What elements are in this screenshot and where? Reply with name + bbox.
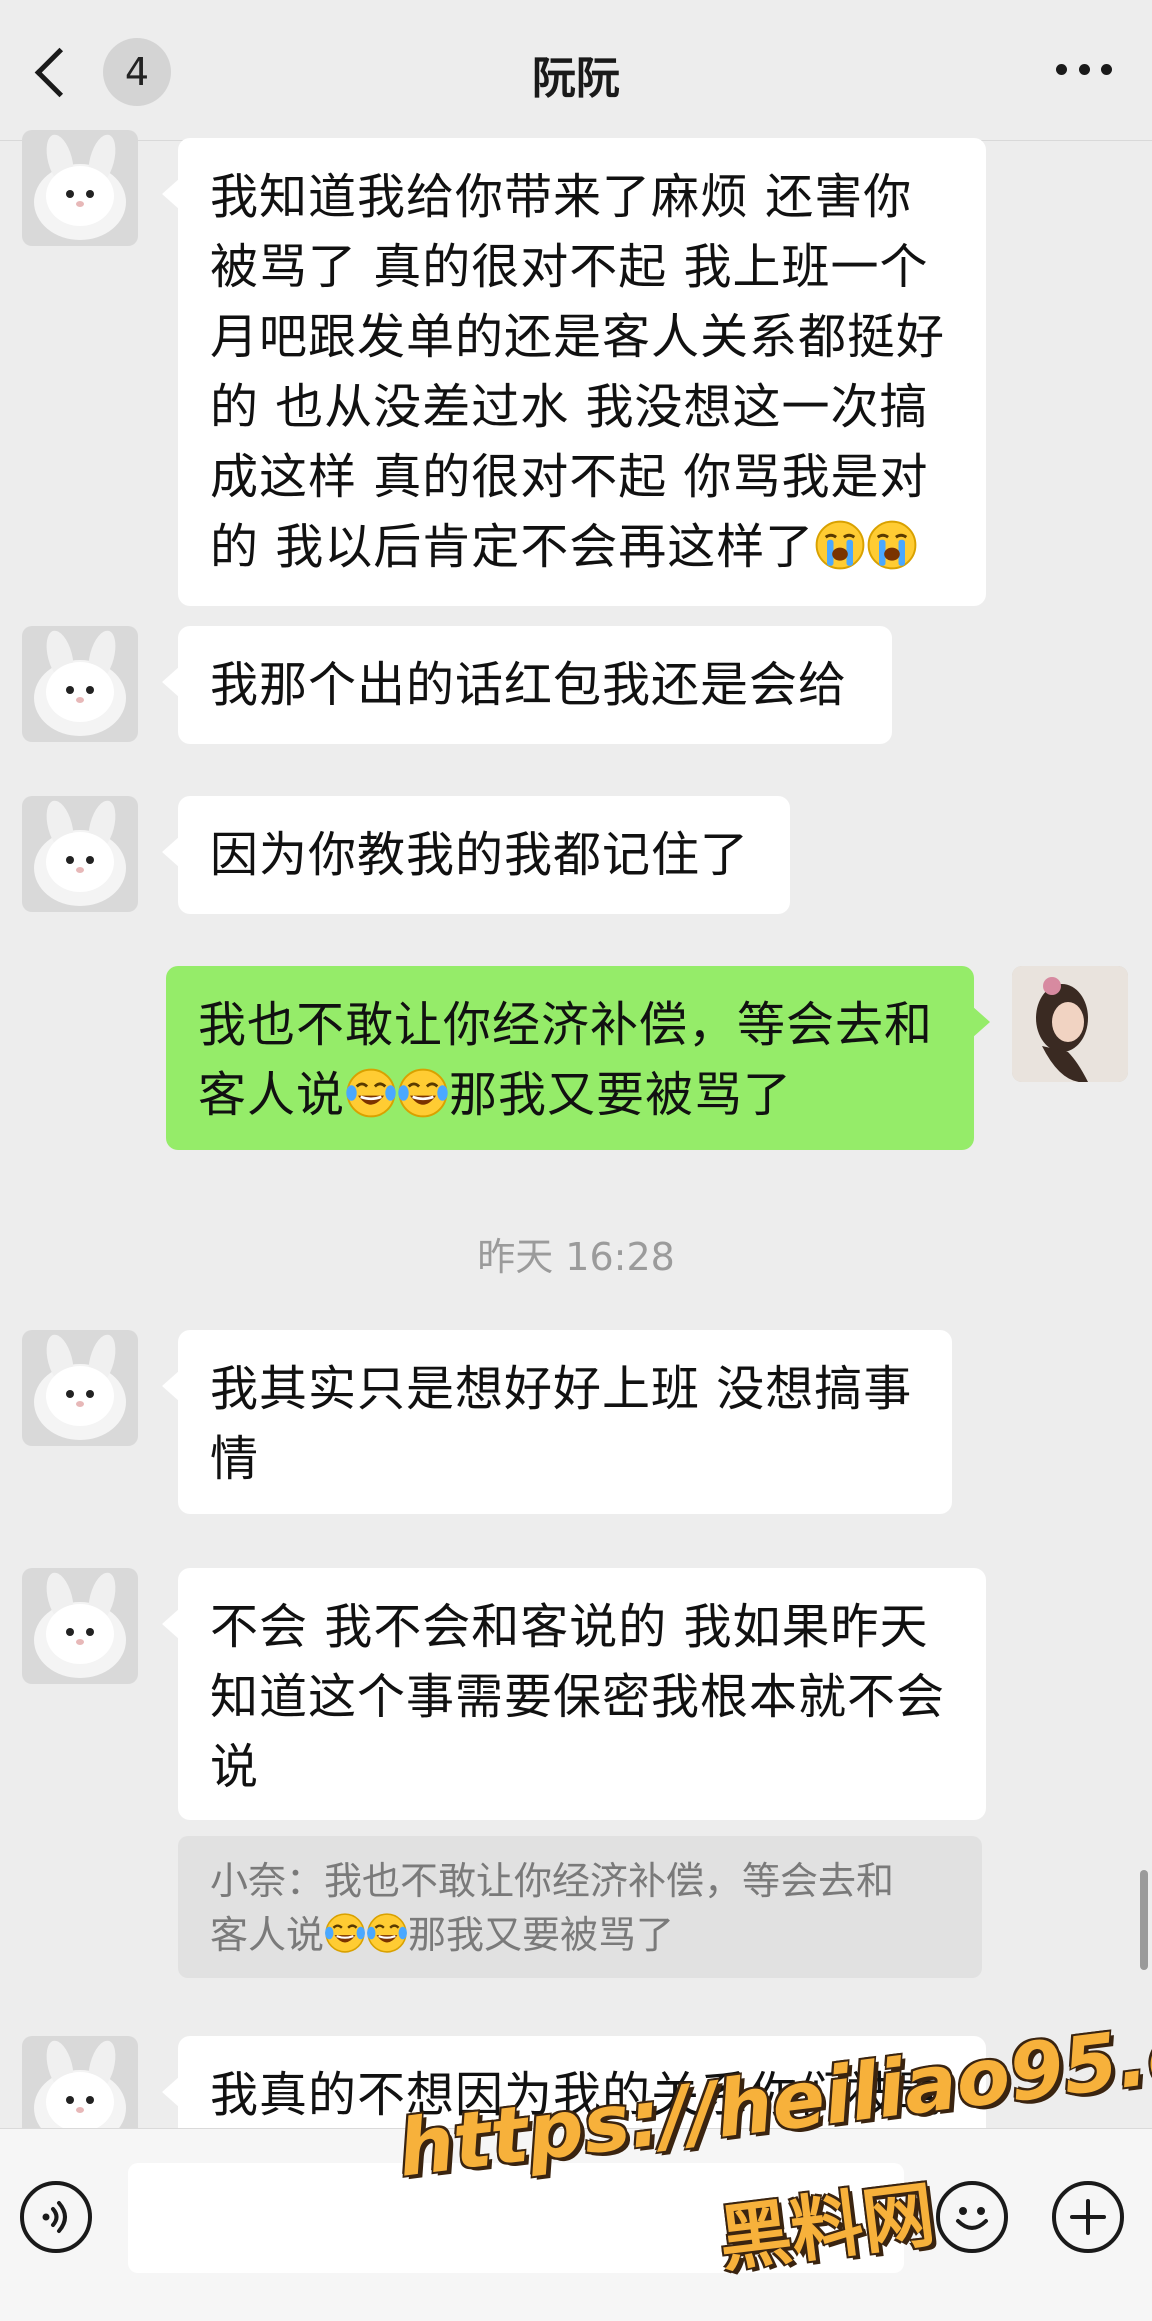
message-line: 情 (210, 1431, 260, 1487)
face-with-tears-of-joy-icon (324, 1912, 366, 1954)
contact-avatar[interactable] (22, 626, 138, 742)
emoji-icon (956, 2207, 988, 2230)
voice-icon (42, 2201, 67, 2233)
message-bubble[interactable]: 我知道我给你带来了麻烦 还害你 被骂了 真的很对不起 我上班一个 月吧跟发单的还… (162, 138, 986, 606)
emoji-button[interactable] (936, 2181, 1008, 2253)
message-bubble[interactable]: 我也不敢让你经济补偿，等会去和 客人说 那我又要被骂了 (166, 966, 990, 1150)
plus-button[interactable] (1052, 2181, 1124, 2253)
face-with-tears-of-joy-icon (397, 1067, 449, 1119)
message-bubble[interactable]: 因为你教我的我都记住了 (162, 796, 790, 914)
contact-avatar[interactable] (22, 1330, 138, 1446)
quote-line: 小奈：我也不敢让你经济补偿，等会去和 (210, 1859, 895, 1903)
message-line: 我知道我给你带来了麻烦 还害你 (210, 169, 913, 225)
message-text: 的 我以后肯定不会再这样了 (210, 519, 815, 575)
scrollbar[interactable] (1140, 1870, 1148, 1970)
chat-title: 阮阮 (532, 53, 620, 104)
my-avatar[interactable] (1012, 966, 1128, 1082)
plus-icon (1070, 2199, 1106, 2235)
message-bubble[interactable]: 不会 我不会和客说的 我如果昨天 知道这个事需要保密我根本就不会 说 (162, 1568, 986, 1820)
contact-avatar[interactable] (22, 1568, 138, 1684)
loudly-crying-face-icon (814, 519, 866, 571)
face-with-tears-of-joy-icon (366, 1912, 408, 1954)
message-line-last: 的 我以后肯定不会再这样了 (210, 512, 954, 582)
message-text: 那我又要被骂了 (449, 1067, 793, 1123)
message-line: 不会 我不会和客说的 我如果昨天 (210, 1599, 929, 1655)
timestamp-separator: 昨天 16:28 (477, 1235, 675, 1279)
voice-button[interactable] (20, 2181, 92, 2253)
message-line: 说 (210, 1739, 260, 1795)
message-line: 月吧跟发单的还是客人关系都挺好 (210, 309, 946, 365)
face-with-tears-of-joy-icon (345, 1067, 397, 1119)
message-text: 我那个出的话红包我还是会给 (210, 657, 848, 713)
message-line: 的 也从没差过水 我没想这一次搞 (210, 379, 929, 435)
more-dots-icon[interactable] (1056, 64, 1112, 76)
quote-text: 客人说 (210, 1913, 325, 1957)
message-bubble[interactable]: 我其实只是想好好上班 没想搞事 情 (162, 1330, 952, 1514)
contact-avatar[interactable] (22, 130, 138, 246)
message-line-last: 客人说 那我又要被骂了 (198, 1060, 942, 1130)
message-line: 我也不敢让你经济补偿，等会去和 (198, 997, 934, 1053)
message-text: 因为你教我的我都记住了 (210, 827, 750, 883)
message-bubble[interactable]: 我那个出的话红包我还是会给 (162, 626, 892, 744)
quote-line-last: 客人说 那我又要被骂了 (210, 1908, 950, 1962)
loudly-crying-face-icon (866, 519, 918, 571)
contact-avatar[interactable] (22, 796, 138, 912)
message-line: 被骂了 真的很对不起 我上班一个 (210, 239, 929, 295)
chat-header: 4 阮阮 (0, 0, 1152, 141)
message-line: 成这样 真的很对不起 你骂我是对 (210, 449, 929, 505)
quote-text: 那我又要被骂了 (408, 1913, 675, 1957)
message-text: 客人说 (198, 1067, 346, 1123)
message-line: 我其实只是想好好上班 没想搞事 (210, 1361, 913, 1417)
quoted-message[interactable]: 小奈：我也不敢让你经济补偿，等会去和 客人说 那我又要被骂了 (178, 1836, 982, 1978)
message-line: 知道这个事需要保密我根本就不会 (210, 1669, 946, 1725)
